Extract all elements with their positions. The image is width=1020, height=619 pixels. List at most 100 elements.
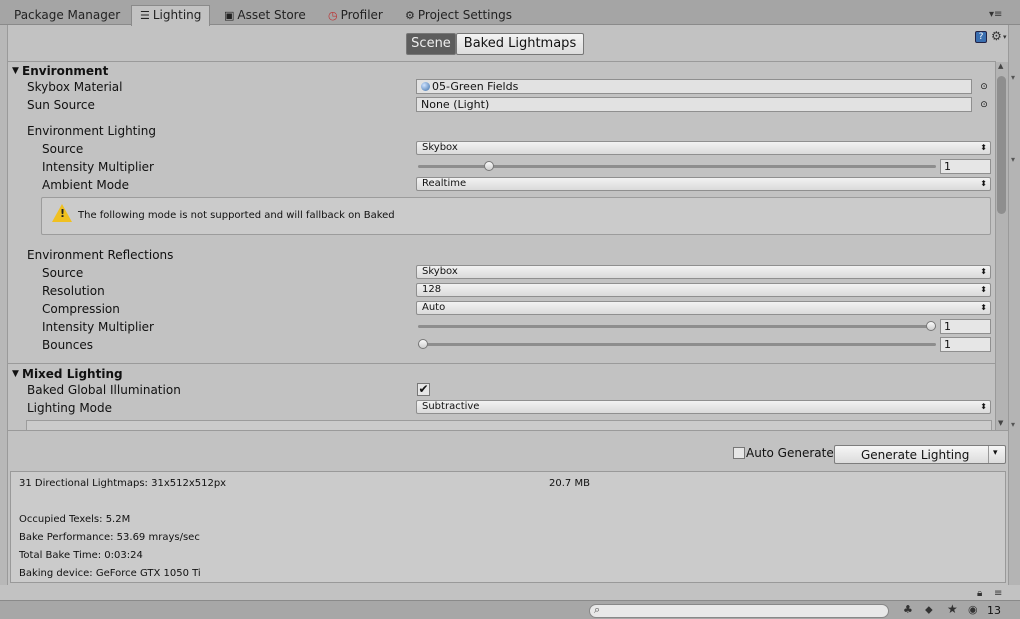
bounces-input[interactable]: 1 bbox=[940, 337, 991, 352]
reflection-source-label: Source bbox=[42, 266, 84, 280]
chevron-down-icon: ▾ bbox=[1011, 73, 1016, 82]
divider bbox=[8, 430, 1008, 431]
hidden-eye-icon[interactable]: ◉ bbox=[968, 603, 978, 616]
settings-gear-icon[interactable]: ⚙ bbox=[991, 29, 1002, 43]
menu-icon[interactable]: ≡ bbox=[994, 588, 1002, 599]
intensity-slider-track[interactable] bbox=[418, 165, 936, 168]
tab-package-manager[interactable]: Package Manager bbox=[14, 6, 120, 25]
lighting-mode-value: Subtractive bbox=[422, 401, 480, 412]
filter-icon[interactable]: ♣ bbox=[903, 603, 913, 616]
reflection-source-value: Skybox bbox=[422, 266, 458, 277]
tab-scene-label: Scene bbox=[411, 36, 451, 51]
resolution-dropdown[interactable]: 128 ⬍ bbox=[416, 283, 991, 297]
divider bbox=[8, 363, 996, 364]
ambient-mode-dropdown[interactable]: Realtime ⬍ bbox=[416, 177, 991, 191]
label-tag-icon[interactable]: ⬥ bbox=[925, 603, 933, 617]
tab-profiler[interactable]: ◷ Profiler bbox=[328, 6, 383, 25]
dropdown-arrows-icon: ⬍ bbox=[980, 179, 987, 188]
sun-source-label: Sun Source bbox=[27, 98, 95, 112]
foldout-arrow-icon: ▼ bbox=[12, 66, 19, 76]
resolution-label: Resolution bbox=[42, 284, 105, 298]
left-panel-edge bbox=[0, 25, 8, 585]
warning-box: ! The following mode is not supported an… bbox=[41, 197, 991, 235]
skybox-material-label: Skybox Material bbox=[27, 80, 123, 94]
sun-source-field[interactable]: None (Light) bbox=[416, 97, 972, 112]
tab-baked-label: Baked Lightmaps bbox=[463, 36, 577, 51]
chevron-down-icon: ▾ bbox=[1011, 155, 1016, 164]
chevron-down-icon[interactable]: ▾ bbox=[1003, 33, 1007, 41]
lock-icon[interactable]: 🔒︎ bbox=[977, 588, 982, 599]
hidden-count: 13 bbox=[987, 604, 1001, 617]
profiler-icon: ◷ bbox=[328, 9, 338, 22]
intensity-slider-handle[interactable] bbox=[484, 161, 495, 171]
info-box-clipped bbox=[26, 420, 992, 430]
intensity-multiplier-label: Intensity Multiplier bbox=[42, 160, 154, 174]
dropdown-arrows-icon: ⬍ bbox=[980, 143, 987, 152]
tab-scene[interactable]: Scene bbox=[406, 33, 456, 55]
resolution-value: 128 bbox=[422, 284, 442, 295]
warning-text: The following mode is not supported and … bbox=[78, 210, 395, 221]
reflection-intensity-slider-track[interactable] bbox=[418, 325, 936, 328]
tab-asset-store[interactable]: ▣ Asset Store bbox=[224, 6, 306, 25]
object-picker-icon[interactable]: ⊙ bbox=[979, 100, 989, 110]
tab-label: Profiler bbox=[340, 8, 383, 22]
section-title: Mixed Lighting bbox=[22, 367, 123, 381]
section-title: Environment bbox=[22, 64, 109, 78]
gear-icon: ⚙ bbox=[405, 9, 415, 22]
tab-label: Lighting bbox=[152, 8, 202, 22]
compression-label: Compression bbox=[42, 302, 120, 316]
split-divider bbox=[988, 446, 989, 463]
skybox-material-field[interactable]: 05-Green Fields bbox=[416, 79, 972, 94]
lightmaps-count: 31 Directional Lightmaps: 31x512x512px bbox=[19, 478, 227, 489]
source-label: Source bbox=[42, 142, 84, 156]
asset-store-icon: ▣ bbox=[224, 9, 235, 22]
tab-lighting[interactable]: ☰ Lighting bbox=[131, 5, 211, 26]
compression-dropdown[interactable]: Auto ⬍ bbox=[416, 301, 991, 315]
tab-label: Project Settings bbox=[417, 8, 512, 22]
generate-lighting-label: Generate Lighting bbox=[861, 448, 970, 462]
chevron-down-icon[interactable]: ▾ bbox=[993, 448, 998, 458]
scrollbar-thumb[interactable] bbox=[997, 76, 1006, 214]
bounces-slider-track[interactable] bbox=[418, 343, 936, 346]
ambient-mode-label: Ambient Mode bbox=[42, 178, 130, 192]
reflection-intensity-slider-handle[interactable] bbox=[926, 321, 936, 331]
scroll-up-icon[interactable]: ▲ bbox=[998, 62, 1003, 70]
reflection-intensity-input[interactable]: 1 bbox=[940, 319, 991, 334]
auto-generate-checkbox[interactable] bbox=[733, 447, 745, 459]
reflection-intensity-value: 1 bbox=[944, 320, 951, 333]
compression-value: Auto bbox=[422, 302, 446, 313]
warning-icon-mark: ! bbox=[60, 207, 66, 220]
reflection-source-dropdown[interactable]: Skybox ⬍ bbox=[416, 265, 991, 279]
ambient-mode-value: Realtime bbox=[422, 178, 467, 189]
lightmaps-size: 20.7 MB bbox=[549, 478, 590, 489]
generate-lighting-button[interactable]: Generate Lighting ▾ bbox=[834, 445, 1006, 464]
dropdown-arrows-icon: ⬍ bbox=[980, 267, 987, 276]
object-picker-icon[interactable]: ⊙ bbox=[979, 82, 989, 92]
tab-baked-lightmaps[interactable]: Baked Lightmaps bbox=[456, 33, 584, 55]
tab-bar: Package Manager ☰ Lighting ▣ Asset Store ◷… bbox=[0, 0, 1020, 26]
lighting-mode-label: Lighting Mode bbox=[27, 401, 113, 415]
search-input[interactable]: ⌕ bbox=[589, 603, 889, 618]
dropdown-arrows-icon: ⬍ bbox=[980, 285, 987, 294]
tab-menu-icon[interactable]: ▾≡ bbox=[989, 9, 1002, 20]
baked-gi-checkbox[interactable]: ✔ bbox=[417, 383, 430, 396]
tab-label: Package Manager bbox=[14, 8, 121, 22]
right-panel-edge: ▾ ▾ ▾ bbox=[1008, 25, 1020, 585]
lighting-mode-dropdown[interactable]: Subtractive ⬍ bbox=[416, 400, 991, 414]
environment-lighting-header: Environment Lighting bbox=[27, 124, 156, 138]
tab-label: Asset Store bbox=[237, 8, 306, 22]
total-bake-time: Total Bake Time: 0:03:24 bbox=[19, 550, 143, 561]
bounces-slider-handle[interactable] bbox=[418, 339, 428, 349]
favorite-star-icon[interactable]: ★ bbox=[947, 602, 958, 616]
tab-project-settings[interactable]: ⚙ Project Settings bbox=[405, 6, 512, 25]
scroll-down-icon[interactable]: ▼ bbox=[998, 419, 1003, 427]
help-icon[interactable]: ? bbox=[975, 31, 987, 43]
search-icon: ⌕ bbox=[594, 603, 601, 616]
source-dropdown[interactable]: Skybox ⬍ bbox=[416, 141, 991, 155]
lighting-icon: ☰ bbox=[140, 9, 150, 22]
baking-device: Baking device: GeForce GTX 1050 Ti bbox=[19, 568, 201, 579]
intensity-input[interactable]: 1 bbox=[940, 159, 991, 174]
intensity-value: 1 bbox=[944, 160, 951, 173]
dropdown-arrows-icon: ⬍ bbox=[980, 303, 987, 312]
bake-performance: Bake Performance: 53.69 mrays/sec bbox=[19, 532, 200, 543]
